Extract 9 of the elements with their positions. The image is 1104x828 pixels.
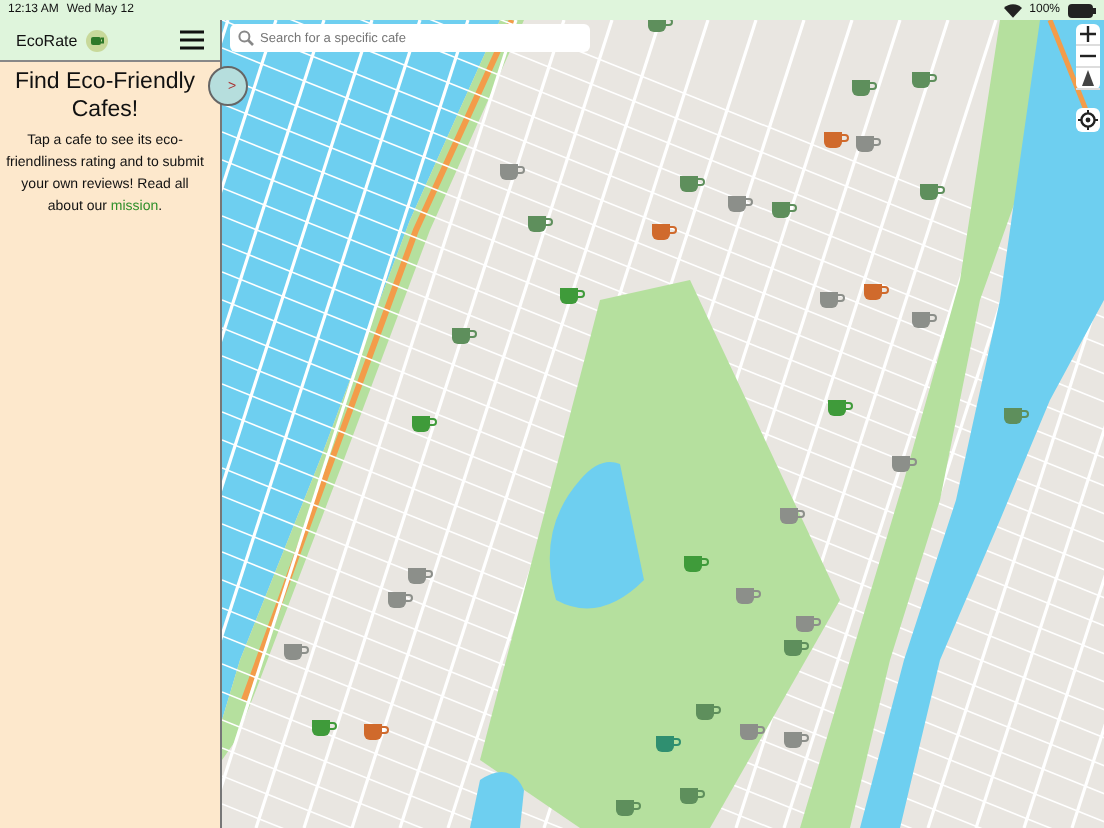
search-icon xyxy=(238,30,254,46)
compass-icon[interactable] xyxy=(1076,68,1100,90)
locate-icon[interactable] xyxy=(1076,108,1100,132)
app-name: EcoRate xyxy=(16,31,78,49)
menu-icon[interactable] xyxy=(180,30,204,50)
wifi-icon xyxy=(1003,3,1022,17)
zoom-in-icon[interactable] xyxy=(1076,24,1100,46)
sidebar-heading: Find Eco-Friendly Cafes! xyxy=(12,68,198,124)
battery-icon xyxy=(1068,3,1096,17)
